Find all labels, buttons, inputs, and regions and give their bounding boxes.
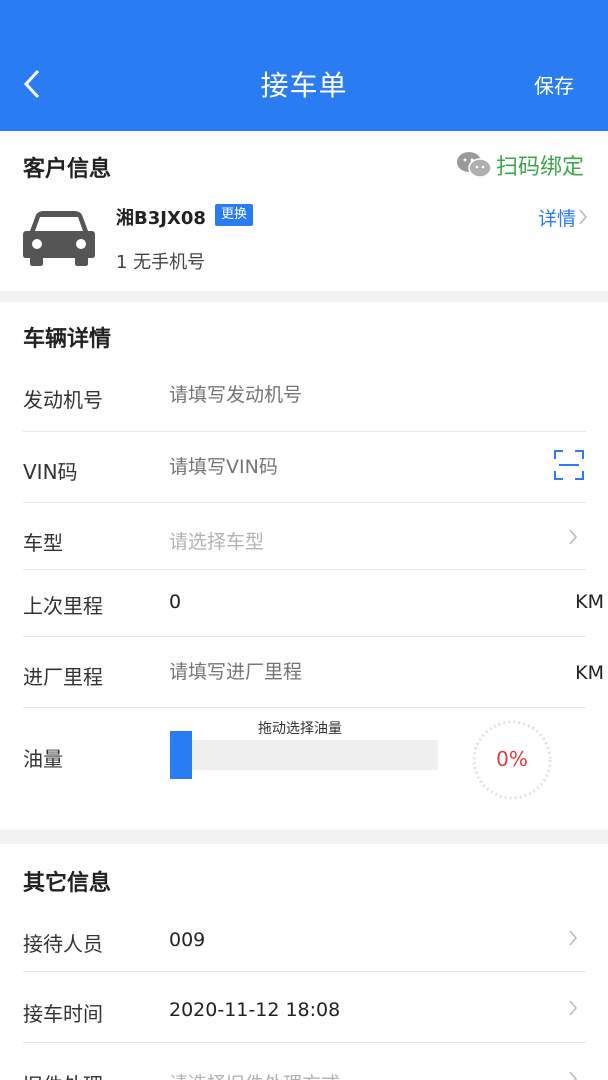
receptionist-row[interactable]: 接待人员 009 (23, 905, 586, 972)
top-bar: 接车单 保存 (0, 0, 608, 131)
entry-mileage-unit: KM (575, 662, 604, 684)
entry-mileage-label: 进厂里程 (23, 665, 103, 689)
scan-bind-label: 扫码绑定 (495, 155, 584, 180)
last-mileage-value: 0 (169, 591, 182, 613)
other-section-title: 其它信息 (23, 871, 112, 896)
customer-section-title: 客户信息 (23, 157, 112, 182)
engine-number-input[interactable] (169, 384, 429, 406)
car-icon (23, 211, 95, 266)
vehicle-section-title: 车辆详情 (23, 327, 112, 352)
customer-detail-link[interactable]: 详情 (538, 204, 576, 231)
fuel-percent: 0% (496, 747, 528, 771)
fuel-label: 油量 (23, 747, 63, 771)
fuel-hint: 拖动选择油量 (258, 721, 342, 737)
pickup-time-row[interactable]: 接车时间 2020-11-12 18:08 (23, 972, 586, 1043)
car-model-row[interactable]: 车型 请选择车型 (23, 503, 586, 570)
page-title: 接车单 (260, 69, 348, 102)
chevron-right-icon (579, 209, 588, 225)
engine-number-row: 发动机号 (23, 362, 586, 432)
scan-icon[interactable] (554, 450, 584, 480)
old-parts-label: 旧件处理 (23, 1069, 103, 1080)
last-mileage-row: 上次里程 0 KM (23, 570, 604, 637)
old-parts-row[interactable]: 旧件处理 请选择旧件处理方式 (23, 1043, 586, 1080)
vin-label: VIN码 (23, 460, 78, 484)
chevron-right-icon (569, 930, 578, 946)
entry-mileage-row: 进厂里程 KM (23, 637, 604, 708)
car-model-placeholder: 请选择车型 (169, 531, 265, 553)
last-mileage-label: 上次里程 (23, 594, 103, 618)
entry-mileage-input[interactable] (169, 661, 429, 683)
car-model-label: 车型 (23, 531, 63, 555)
chevron-right-icon (569, 529, 578, 545)
vin-input[interactable] (169, 456, 429, 478)
pickup-time-label: 接车时间 (23, 1002, 103, 1026)
scan-bind-button[interactable]: 扫码绑定 (456, 149, 584, 181)
change-plate-button[interactable]: 更换 (215, 204, 254, 226)
chevron-right-icon (569, 1000, 578, 1016)
customer-phone: 1 无手机号 (116, 252, 206, 273)
save-button[interactable]: 保存 (534, 70, 574, 99)
old-parts-placeholder: 请选择旧件处理方式 (169, 1069, 340, 1080)
chevron-right-icon (569, 1071, 578, 1080)
wechat-icon (456, 152, 492, 178)
vin-row: VIN码 (23, 432, 586, 503)
fuel-slider-track[interactable] (170, 740, 438, 770)
license-plate: 湘B3JX08 (116, 208, 206, 229)
fuel-slider-handle[interactable] (170, 731, 192, 779)
customer-info-card: 客户信息 扫码绑定 湘B3JX08 更换 1 无手机号 详情 (0, 131, 608, 291)
last-mileage-unit: KM (575, 591, 604, 613)
engine-number-label: 发动机号 (23, 388, 103, 412)
pickup-time-value: 2020-11-12 18:08 (169, 999, 341, 1021)
receptionist-value: 009 (169, 929, 206, 951)
receptionist-label: 接待人员 (23, 932, 103, 956)
